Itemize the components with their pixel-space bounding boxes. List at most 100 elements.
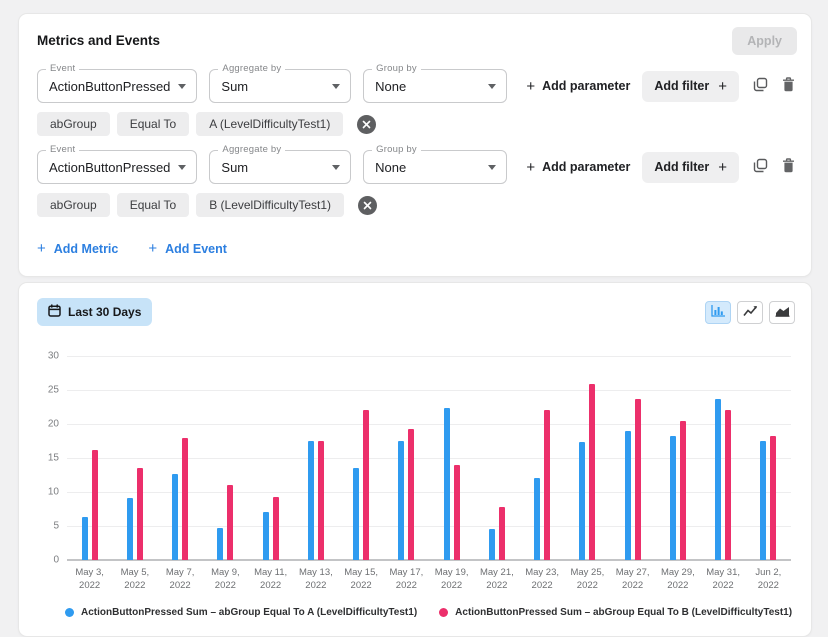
aggregate-select-label: Aggregate by [218,63,285,74]
group-by-select[interactable]: Group by None [363,150,507,184]
x-tick-label: May 3,2022 [75,567,104,593]
plot-area: May 3,2022 May 5,2022 May 7,2022 May 9,2022… [67,356,791,593]
plus-icon: + [526,160,535,175]
trash-icon [782,158,795,176]
close-icon [362,120,371,129]
bar [82,517,88,560]
bar-groups: May 3,2022 May 5,2022 May 7,2022 May 9,2022… [67,356,791,593]
bar [499,507,505,560]
chart-legend: ActionButtonPressed Sum – abGroup Equal … [65,607,795,618]
legend-label: ActionButtonPressed Sum – abGroup Equal … [81,607,417,618]
x-tick-label: May 19,2022 [435,567,469,593]
bar [263,512,269,560]
date-range-button[interactable]: Last 30 Days [37,298,152,326]
add-metric-button[interactable]: + Add Metric [37,241,118,256]
bar [353,468,359,560]
bar [444,408,450,560]
bar-group: May 15,2022 [339,356,384,593]
chevron-down-icon [488,84,496,89]
area-chart-toggle-button[interactable] [769,301,795,324]
legend-item-series-b[interactable]: ActionButtonPressed Sum – abGroup Equal … [439,607,792,618]
x-tick-label: May 27,2022 [616,567,650,593]
add-event-button[interactable]: + Add Event [148,241,227,256]
bar [398,441,404,560]
y-tick-label: 5 [53,521,59,532]
close-icon [363,201,372,210]
panel-header: Metrics and Events Apply [31,27,797,55]
y-tick-label: 15 [48,453,59,464]
x-tick-label: May 5,2022 [121,567,150,593]
add-parameter-label: Add parameter [542,160,630,174]
bar-group: May 7,2022 [158,356,203,593]
chevron-down-icon [332,165,340,170]
filter-value-chip: A (LevelDifficultyTest1) [196,112,343,136]
aggregate-select-value: Sum [221,79,248,94]
bar-group: May 13,2022 [293,356,338,593]
bar [137,468,143,560]
event-select[interactable]: Event ActionButtonPressed [37,69,197,103]
event-select[interactable]: Event ActionButtonPressed [37,150,197,184]
series-b-dot-icon [439,608,448,617]
bar-group: May 17,2022 [384,356,429,593]
filter-chip-row-1: abGroup Equal To A (LevelDifficultyTest1… [37,112,797,136]
bar-group: May 19,2022 [429,356,474,593]
x-tick-label: May 25,2022 [570,567,604,593]
bar [408,429,414,560]
bar-group: May 9,2022 [203,356,248,593]
add-filter-button[interactable]: Add filter + [642,152,739,183]
filter-field-chip: abGroup [37,112,110,136]
x-tick-label: May 7,2022 [166,567,195,593]
duplicate-metric-button[interactable] [751,75,770,97]
plus-icon: + [718,79,727,94]
add-parameter-button[interactable]: + Add parameter [526,160,630,175]
bar [544,410,550,560]
bar [92,450,98,560]
event-select-label: Event [46,144,79,155]
add-filter-label: Add filter [654,79,709,93]
group-by-select[interactable]: Group by None [363,69,507,103]
y-tick-label: 25 [48,385,59,396]
aggregate-by-select[interactable]: Aggregate by Sum [209,150,351,184]
bar [589,384,595,560]
bar [127,498,133,560]
x-tick-label: May 31,2022 [706,567,740,593]
bar [217,528,223,560]
copy-icon [753,158,768,176]
event-select-value: ActionButtonPressed [49,79,170,94]
bar-group: May 27,2022 [610,356,655,593]
y-axis: 051015202530 [31,356,67,560]
bar [308,441,314,560]
apply-button[interactable]: Apply [732,27,797,55]
x-tick-label: May 11,2022 [254,567,287,593]
bar [579,442,585,560]
x-tick-label: May 13,2022 [299,567,333,593]
legend-item-series-a[interactable]: ActionButtonPressed Sum – abGroup Equal … [65,607,417,618]
filter-value-chip: B (LevelDifficultyTest1) [196,193,344,217]
bar-group: May 23,2022 [520,356,565,593]
add-filter-button[interactable]: Add filter + [642,71,739,102]
delete-metric-button[interactable] [780,75,797,97]
bar [534,478,540,560]
duplicate-metric-button[interactable] [751,156,770,178]
add-parameter-label: Add parameter [542,79,630,93]
remove-filter-button[interactable] [358,196,377,215]
bar-chart-toggle-button[interactable] [705,301,731,324]
legend-label: ActionButtonPressed Sum – abGroup Equal … [455,607,792,618]
filter-field-chip: abGroup [37,193,110,217]
remove-filter-button[interactable] [357,115,376,134]
bar-group: May 21,2022 [474,356,519,593]
bar [635,399,641,560]
delete-metric-button[interactable] [780,156,797,178]
area-chart-icon [775,304,790,320]
add-links-row: + Add Metric + Add Event [37,241,797,256]
aggregate-by-select[interactable]: Aggregate by Sum [209,69,351,103]
trash-icon [782,77,795,95]
bar [725,410,731,560]
bar-group: Jun 2,2022 [746,356,791,593]
y-tick-label: 20 [48,419,59,430]
bar [680,421,686,560]
add-filter-label: Add filter [654,160,709,174]
copy-icon [753,77,768,95]
add-parameter-button[interactable]: + Add parameter [526,79,630,94]
line-chart-toggle-button[interactable] [737,301,763,324]
